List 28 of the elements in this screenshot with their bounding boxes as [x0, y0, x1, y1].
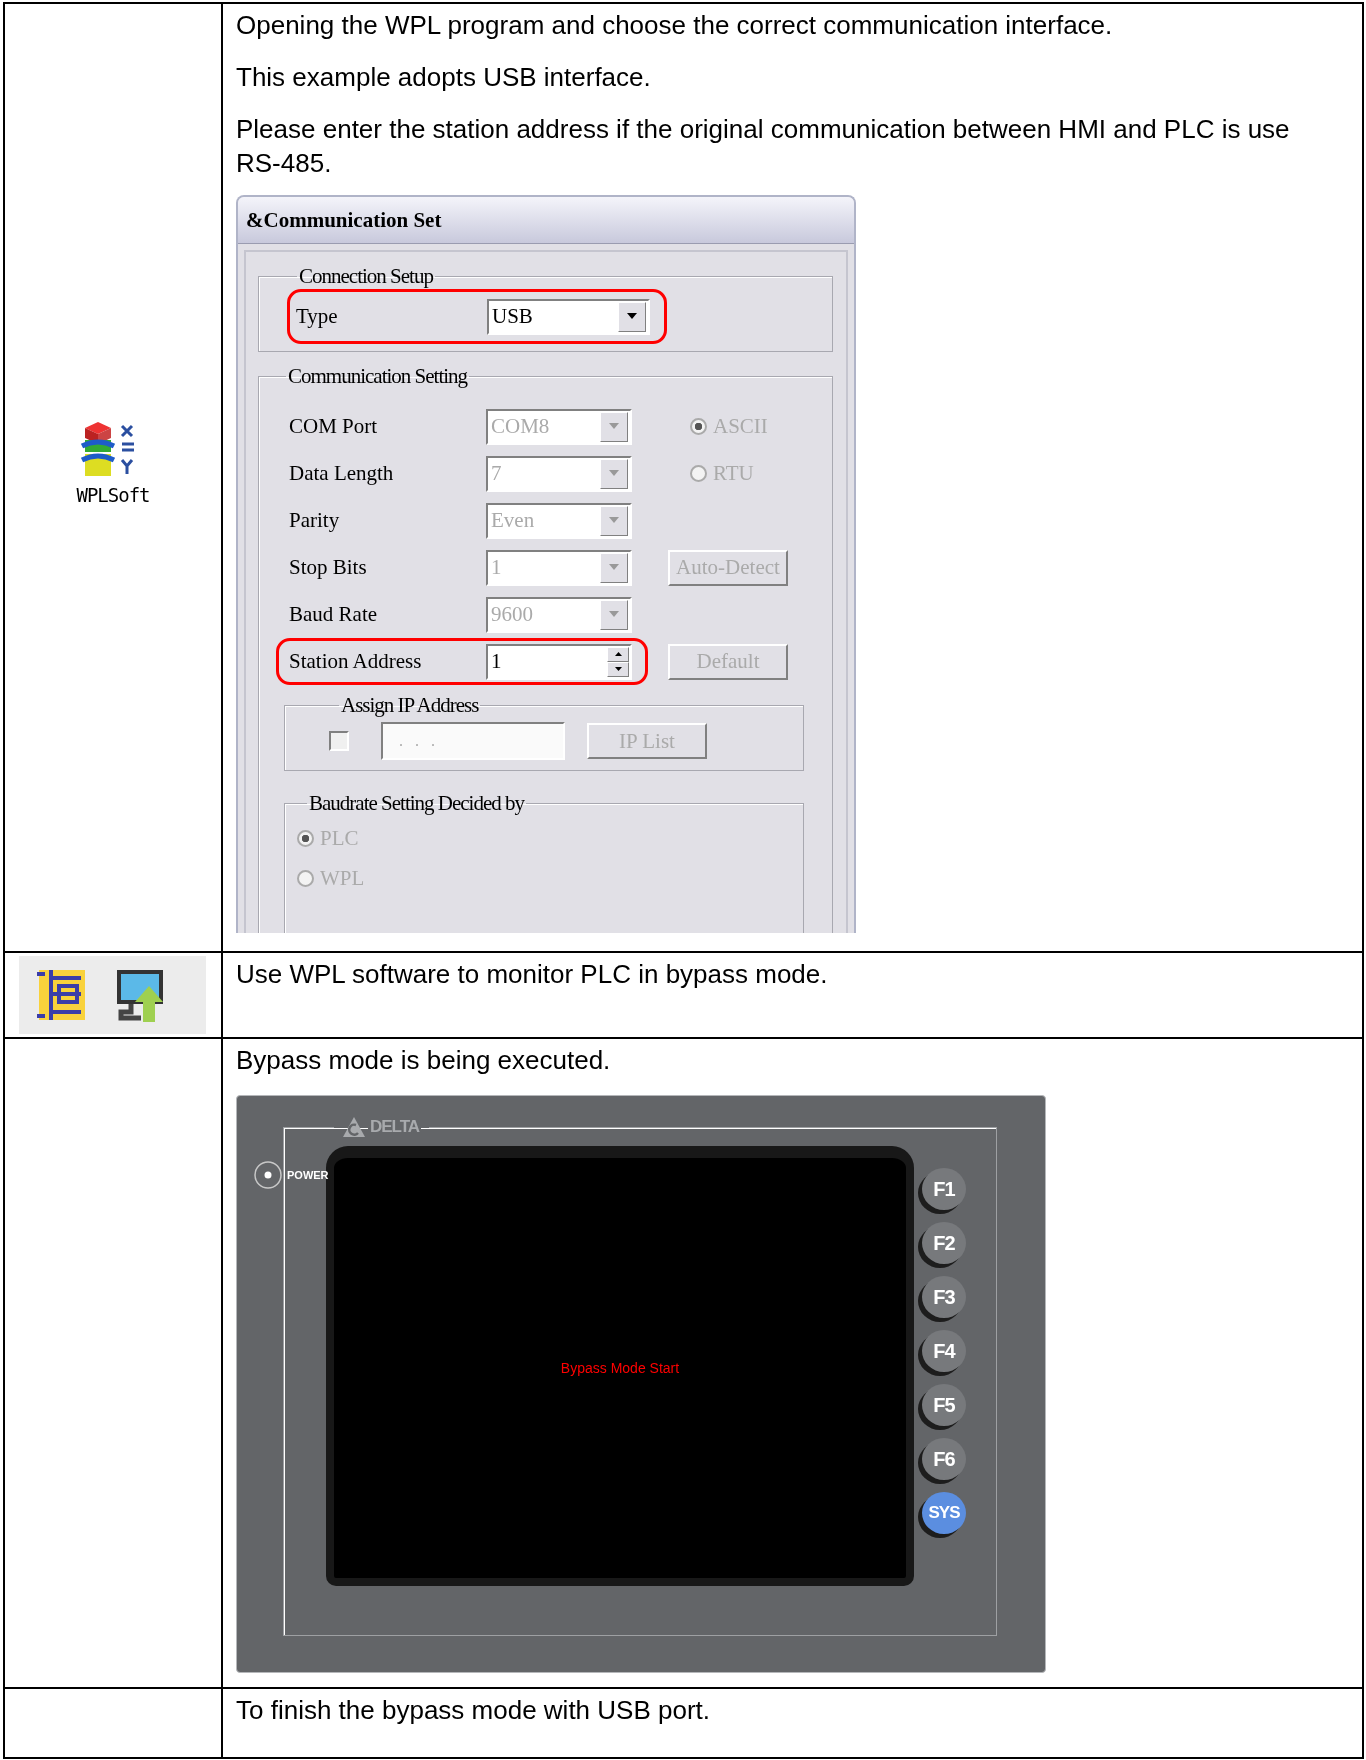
instruction-text: Opening the WPL program and choose the correct communication interface. — [236, 9, 1114, 42]
field-label: Station Address — [289, 649, 423, 674]
power-label: POWER — [287, 1169, 329, 1181]
field-label: Type — [296, 304, 339, 329]
power-indicator-icon — [253, 1160, 283, 1190]
spinner-field[interactable]: 1 — [486, 643, 632, 680]
dropdown-field[interactable]: USB — [487, 298, 650, 335]
group-title: Communication Setting — [287, 364, 469, 389]
field-label: Baud Rate — [289, 602, 379, 627]
dialog-title: &Communication Set — [246, 207, 442, 233]
field-label: Parity — [289, 508, 341, 533]
instruction-text: To finish the bypass mode with USB port. — [236, 1694, 711, 1727]
ladder-diagram-icon[interactable] — [35, 968, 87, 1022]
group-title: Baudrate Setting Decided by — [308, 791, 526, 816]
field-label: Data Length — [289, 461, 395, 486]
field-label: Stop Bits — [289, 555, 368, 580]
group-title: Connection Setup — [298, 264, 434, 289]
instruction-text: Use WPL software to monitor PLC in bypass mode. — [236, 958, 829, 991]
group-title: Assign IP Address — [340, 693, 480, 718]
instruction-text: Bypass mode is being executed. — [236, 1044, 612, 1077]
instruction-text: Please enter the station address if the original communication between HMI and PLC is use RS-485. — [236, 113, 1291, 180]
app-name-label: WPLSoft — [76, 483, 150, 506]
field-label: COM Port — [289, 414, 379, 439]
ip-address-field[interactable]: . . . — [381, 722, 565, 760]
spin-up-icon[interactable] — [607, 646, 629, 662]
checkbox[interactable] — [329, 731, 349, 751]
instruction-text: This example adopts USB interface. — [236, 61, 652, 94]
screen-message: Bypass Mode Start — [560, 1360, 680, 1376]
